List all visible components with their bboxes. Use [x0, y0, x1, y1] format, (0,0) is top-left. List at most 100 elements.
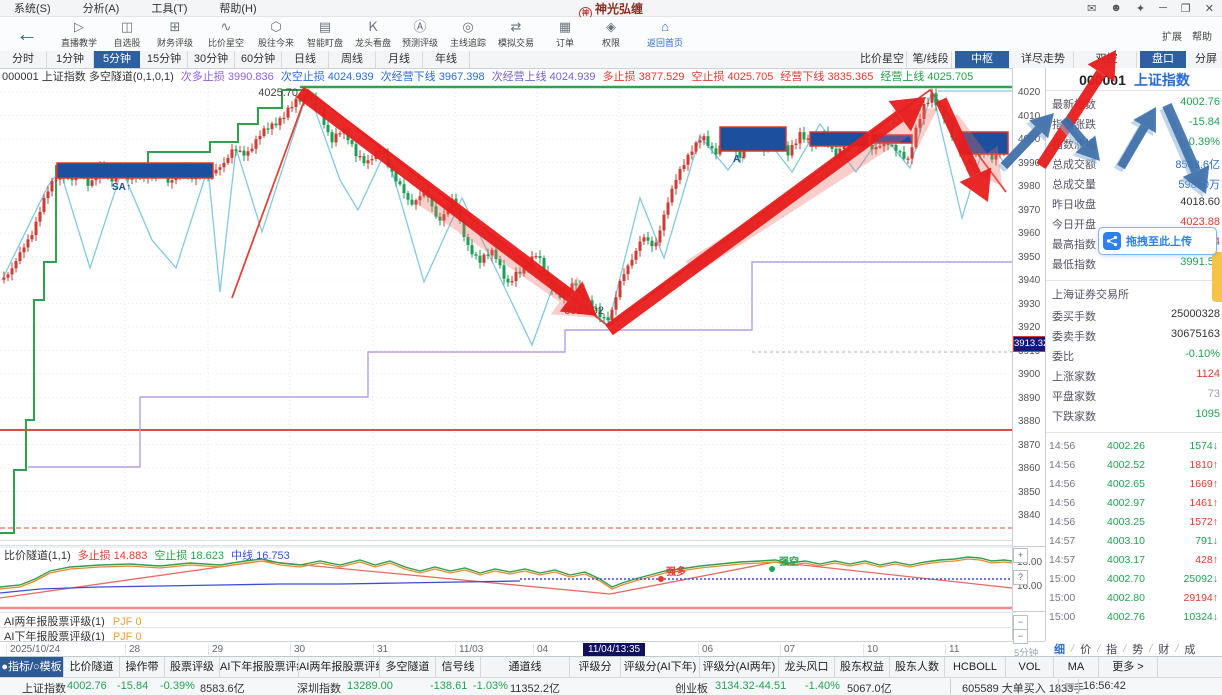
period-tab-5分钟[interactable]: 5分钟: [94, 51, 140, 68]
view-tab-分屏[interactable]: 分屏: [1190, 51, 1222, 68]
view-tab-中枢[interactable]: 中枢: [955, 51, 1009, 68]
trade-volume: 1574↓: [1189, 440, 1218, 452]
period-tab-年线[interactable]: 年线: [423, 51, 470, 68]
price-tick: 3970: [1018, 205, 1040, 216]
toolbar-item-自选股[interactable]: ◫自选股: [102, 19, 152, 49]
restore-icon[interactable]: ❐: [1181, 2, 1191, 15]
detail-tab-细[interactable]: 细: [1048, 641, 1071, 657]
svg-text:A↓: A↓: [966, 157, 978, 168]
status-item: -138.61: [430, 680, 467, 692]
period-tab-15分钟[interactable]: 15分钟: [141, 51, 188, 68]
back-button[interactable]: ←: [16, 21, 38, 47]
bottom-tab-VOL[interactable]: VOL: [1006, 657, 1054, 678]
period-tab-30分钟[interactable]: 30分钟: [188, 51, 235, 68]
period-tab-周线[interactable]: 周线: [329, 51, 376, 68]
period-tab-分时[interactable]: 分时: [0, 51, 47, 68]
mail-icon[interactable]: ✉: [1087, 2, 1096, 15]
bottom-tab-股东人数[interactable]: 股东人数: [890, 657, 945, 678]
trade-row: 14:574003.10791↓: [1049, 535, 1220, 547]
menu-分析(A)[interactable]: 分析(A): [69, 3, 138, 15]
detail-tab-指[interactable]: 指: [1100, 641, 1123, 657]
side-flag-tab[interactable]: [1212, 252, 1222, 302]
bottom-tab-评级分(AI下年)[interactable]: 评级分(AI下年): [621, 657, 700, 678]
toolbar-item-龙头看盘[interactable]: Ｋ龙头看盘: [348, 19, 398, 49]
bottom-tab-评级分[interactable]: 评级分: [570, 657, 621, 678]
bottom-tab-通道线[interactable]: 通道线: [481, 657, 570, 678]
corner-link-扩展[interactable]: 扩展: [1162, 32, 1182, 43]
theme-icon[interactable]: ✦: [1136, 2, 1145, 15]
minimize-icon[interactable]: ─: [1159, 2, 1167, 14]
trade-row: 14:564002.651669↑: [1049, 478, 1220, 490]
view-tab-盘口[interactable]: 盘口: [1140, 51, 1186, 68]
view-tab-详尽走势[interactable]: 详尽走势: [1013, 51, 1074, 68]
toolbar-item-股往今来[interactable]: ⬡股往今来: [251, 19, 301, 49]
toolbar-item-财务评级[interactable]: ⊞财务评级: [150, 19, 200, 49]
zoom-mini-button[interactable]: +: [1013, 548, 1028, 563]
toolbar-item-比价星空[interactable]: ∿比价星空: [201, 19, 251, 49]
bottom-tab-MA[interactable]: MA: [1054, 657, 1099, 678]
svg-text:3922.92: 3922.92: [564, 305, 604, 317]
period-tab-月线[interactable]: 月线: [376, 51, 423, 68]
corner-link-帮助[interactable]: 帮助: [1192, 32, 1212, 43]
trade-volume: 1461↑: [1189, 497, 1218, 509]
price-tick: 3880: [1018, 416, 1040, 427]
zoom-mini-button[interactable]: −: [1013, 615, 1028, 630]
bottom-tab-操作带[interactable]: 操作带: [120, 657, 165, 678]
header-segment: 经营下线 3835.365: [780, 71, 873, 82]
main-toolbar: ← ▷直播教学◫自选股⊞财务评级∿比价星空⬡股往今来▤智能盯盘Ｋ龙头看盘Ⓐ预测评…: [0, 17, 1222, 52]
upload-dropzone-chip[interactable]: 拖拽至此上传: [1098, 227, 1217, 255]
main-chart-canvas[interactable]: SA↑A↑A↓4025.703922.92: [0, 82, 1012, 541]
period-tab-1分钟[interactable]: 1分钟: [47, 51, 94, 68]
bottom-tab-HCBOLL[interactable]: HCBOLL: [945, 657, 1006, 678]
bottom-tab-多空隧道[interactable]: 多空隧道: [380, 657, 436, 678]
close-icon[interactable]: ✕: [1205, 2, 1214, 15]
quote-panel-header: 000001上证指数: [1046, 70, 1222, 90]
toolbar-item-label: 财务评级: [150, 36, 200, 49]
bottom-tab-股东权益[interactable]: 股东权益: [835, 657, 890, 678]
menu-系统(S)[interactable]: 系统(S): [0, 3, 69, 15]
zoom-mini-button[interactable]: ?: [1013, 570, 1028, 585]
toolbar-item-主线追踪[interactable]: ◎主线追踪: [443, 19, 493, 49]
trade-volume: 10324↓: [1184, 611, 1218, 623]
toolbar-item-订单[interactable]: ▦订单: [540, 19, 590, 49]
menu-工具(T)[interactable]: 工具(T): [137, 3, 205, 15]
view-tab-笔/线段[interactable]: 笔/线段: [910, 51, 952, 68]
toolbar-item-label: 智能盯盘: [300, 36, 350, 49]
detail-tab-势[interactable]: 势: [1126, 641, 1149, 657]
bottom-tab-股票评级[interactable]: 股票评级: [165, 657, 220, 678]
detail-tab-成[interactable]: 成: [1178, 641, 1201, 657]
bottom-tab-信号线[interactable]: 信号线: [436, 657, 481, 678]
bottom-tab-比价隧道[interactable]: 比价隧道: [64, 657, 120, 678]
zoom-mini-button[interactable]: −: [1013, 629, 1028, 644]
toolbar-item-直播教学[interactable]: ▷直播教学: [54, 19, 104, 49]
price-tick: 3870: [1018, 440, 1040, 451]
toolbar-item-模拟交易[interactable]: ⇄模拟交易: [491, 19, 541, 49]
trade-volume: 25092↓: [1184, 573, 1218, 585]
detail-tab-财[interactable]: 财: [1152, 641, 1175, 657]
period-tab-60分钟[interactable]: 60分钟: [235, 51, 282, 68]
toolbar-item-智能盯盘[interactable]: ▤智能盯盘: [300, 19, 350, 49]
toolbar-item-返回首页[interactable]: ⌂返回首页: [640, 19, 690, 49]
quote-row2-label: 委比: [1052, 348, 1074, 364]
price-tick: 3840: [1018, 510, 1040, 521]
bottom-tab-AI下年报股票评级[interactable]: AI下年报股票评级: [220, 657, 299, 678]
status-separator: [1058, 679, 1059, 694]
bottom-tab-●指标/○模板[interactable]: ●指标/○模板: [0, 657, 64, 678]
bottom-tab-评级分(AI两年)[interactable]: 评级分(AI两年): [700, 657, 779, 678]
toolbar-item-权限[interactable]: ◈权限: [586, 19, 636, 49]
svg-text:强空: 强空: [779, 555, 799, 568]
quote-row-value: 4002.76: [1180, 96, 1220, 108]
view-tab-比价星空[interactable]: 比价星空: [858, 51, 907, 68]
user-icon[interactable]: ☻: [1110, 2, 1122, 14]
date-label: 30: [290, 644, 305, 655]
bottom-tab-AI两年报股票评级[interactable]: AI两年报股票评级: [299, 657, 380, 678]
stock-name[interactable]: 上证指数: [1134, 72, 1190, 88]
status-item: -15.84: [117, 680, 148, 692]
menu-帮助(H)[interactable]: 帮助(H): [205, 3, 274, 15]
period-tab-日线[interactable]: 日线: [282, 51, 329, 68]
bottom-tab-龙头风口[interactable]: 龙头风口: [779, 657, 835, 678]
detail-tab-价[interactable]: 价: [1074, 641, 1097, 657]
bottom-tab-更多 >[interactable]: 更多 >: [1099, 657, 1158, 678]
toolbar-item-预测评级[interactable]: Ⓐ预测评级: [395, 19, 445, 49]
view-tab-双控[interactable]: 双控: [1077, 51, 1137, 68]
